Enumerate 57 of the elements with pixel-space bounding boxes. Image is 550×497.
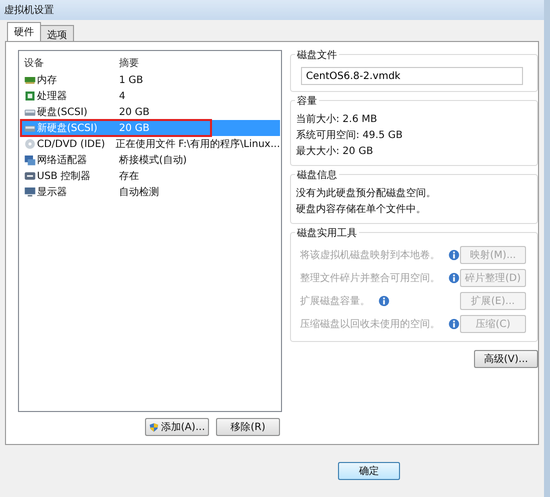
window-title: 虚拟机设置 — [4, 5, 54, 16]
device-name: 硬盘(SCSI) — [37, 106, 88, 119]
info-icon[interactable] — [448, 318, 460, 330]
device-summary: 1 GB — [118, 74, 144, 86]
group-title: 磁盘信息 — [295, 168, 339, 182]
column-header: 设备 — [23, 57, 45, 70]
usb-icon — [24, 170, 36, 182]
device-summary: 4 — [118, 90, 126, 102]
capacity-text: 系统可用空间: 49.5 GB — [296, 128, 404, 143]
utility-text: 扩展磁盘容量。 — [300, 294, 370, 308]
network-icon — [24, 154, 36, 166]
device-summary: 存在 — [118, 170, 140, 183]
device-name: 内存 — [37, 74, 57, 87]
device-name: 新硬盘(SCSI) — [37, 122, 98, 135]
remove-button[interactable]: 移除(R) — [216, 418, 280, 436]
capacity-text: 当前大小: 2.6 MB — [296, 112, 378, 127]
ok-button[interactable]: 确定 — [338, 462, 400, 480]
capacity-text: 最大大小: 20 GB — [296, 144, 374, 159]
file-field[interactable]: CentOS6.8-2.vmdk — [301, 67, 523, 85]
chip-icon — [24, 90, 36, 102]
info-text: 硬盘内容存储在单个文件中。 — [296, 202, 427, 217]
device-row[interactable]: 处理器 4 — [20, 88, 280, 104]
info-icon[interactable] — [448, 248, 460, 260]
shield-icon — [149, 422, 159, 432]
info-text: 没有为此硬盘预分配磁盘空间。 — [296, 186, 437, 201]
advanced-button[interactable]: 高级(V)... — [474, 350, 538, 368]
group-title: 容量 — [295, 94, 319, 108]
device-name: USB 控制器 — [37, 170, 91, 183]
tab[interactable]: 选项 — [40, 25, 74, 41]
group-title: 磁盘实用工具 — [295, 226, 359, 240]
device-summary: 20 GB — [118, 122, 151, 134]
info-icon[interactable] — [378, 294, 390, 306]
utility-text: 将该虚拟机磁盘映射到本地卷。 — [300, 248, 440, 262]
device-row[interactable]: 显示器 自动检测 — [20, 184, 280, 200]
disc-icon — [24, 138, 36, 150]
memory-icon — [24, 74, 36, 86]
utility-text: 整理文件碎片并整合可用空间。 — [300, 272, 440, 284]
device-summary: 20 GB — [118, 106, 151, 118]
device-name: 处理器 — [37, 90, 67, 103]
device-name: 网络适配器 — [37, 154, 87, 167]
monitor-icon — [24, 186, 36, 198]
column-header: 摘要 — [118, 56, 140, 70]
tab[interactable]: 硬件 — [7, 22, 41, 41]
device-summary: 正在使用文件 F:\有用的程序\Linux... — [114, 138, 280, 151]
utility-text: 压缩磁盘以回收未使用的空间。 — [300, 318, 440, 330]
device-summary: 自动检测 — [118, 186, 160, 199]
device-name: 显示器 — [37, 186, 67, 199]
info-icon[interactable] — [448, 272, 460, 284]
device-row[interactable]: 硬盘(SCSI) 20 GB — [20, 104, 280, 120]
add-button[interactable]: 添加(A)... — [145, 418, 209, 436]
group-title: 磁盘文件 — [295, 48, 339, 62]
device-row[interactable]: 内存 1 GB — [20, 72, 280, 88]
device-row[interactable]: USB 控制器 存在 — [20, 168, 280, 184]
device-name: CD/DVD (IDE) — [37, 138, 106, 150]
device-row[interactable]: 网络适配器 桥接模式(自动) — [20, 152, 280, 168]
device-row[interactable]: CD/DVD (IDE) 正在使用文件 F:\有用的程序\Linux... — [20, 136, 280, 152]
device-summary: 桥接模式(自动) — [118, 154, 188, 167]
